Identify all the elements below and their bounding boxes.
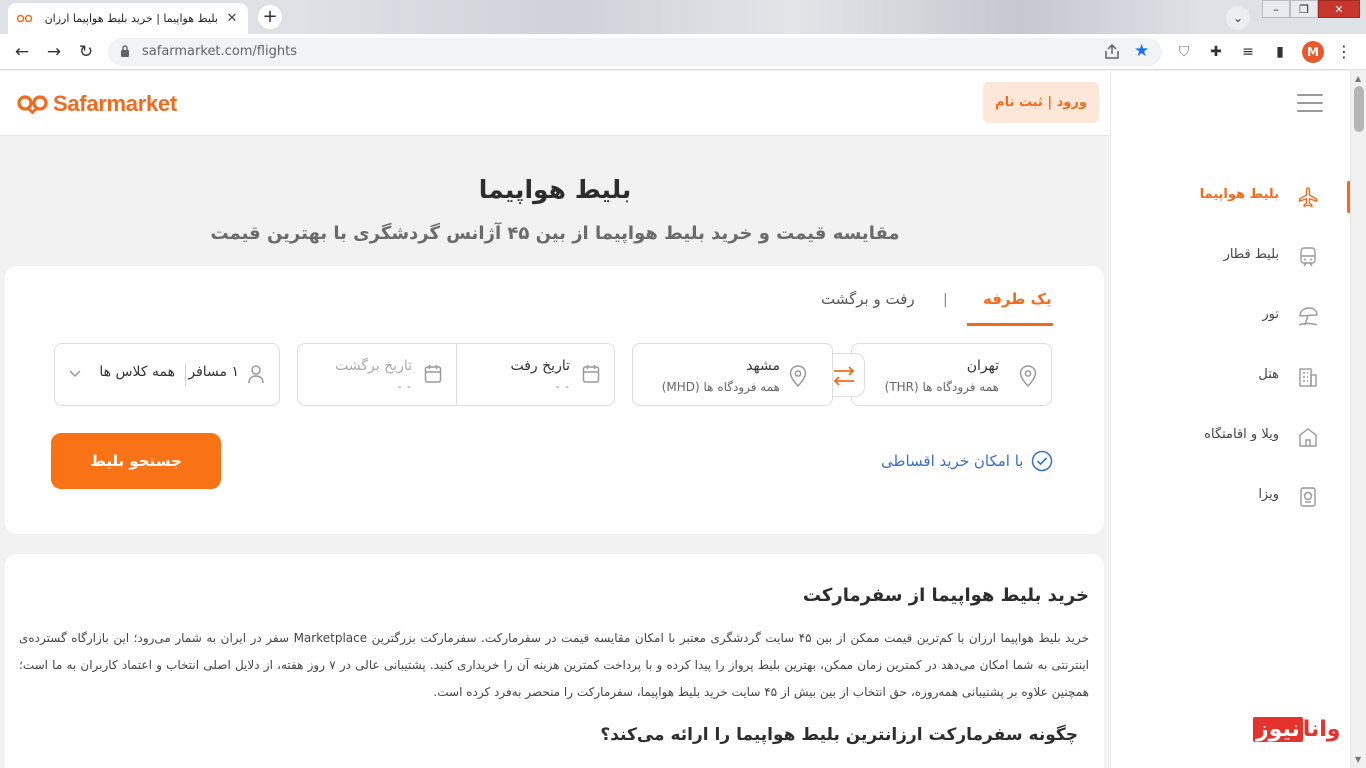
- sidebar-item-label: تور: [1262, 307, 1279, 322]
- depart-date-value: - -: [555, 380, 570, 393]
- shield-extension-icon[interactable]: ⛉: [1174, 42, 1194, 62]
- scroll-up-arrow-icon[interactable]: ▲: [1355, 74, 1361, 83]
- passport-icon: [1300, 487, 1316, 507]
- installment-label: با امکان خرید اقساطی: [881, 452, 1024, 470]
- dates-field: تاریخ رفت - - تاریخ برگشت - -: [297, 343, 615, 406]
- extensions-puzzle-icon[interactable]: ✚: [1206, 42, 1226, 62]
- tab-title: بلیط هواپیما | خرید بلیط هواپیما ارزان ا…: [40, 12, 218, 25]
- calendar-icon: [424, 365, 442, 383]
- site-header: Safarmarket ورود | ثبت نام: [0, 71, 1110, 136]
- watermark-logo: وانا نیوز: [1253, 714, 1340, 744]
- return-date-label: تاریخ برگشت: [335, 358, 412, 374]
- login-register-button[interactable]: ورود | ثبت نام: [983, 82, 1099, 123]
- side-panel-icon[interactable]: ▮: [1270, 42, 1290, 62]
- date-divider: [456, 344, 457, 405]
- passenger-count: ۱ مسافر: [188, 364, 239, 380]
- sidebar-item-label: هتل: [1258, 367, 1279, 382]
- address-bar[interactable]: safarmarket.com/flights ★: [108, 38, 1162, 66]
- window-close-button[interactable]: ✕: [1318, 0, 1360, 18]
- page-scrollbar[interactable]: ▲ ▼: [1350, 71, 1366, 768]
- window-minimize-button[interactable]: –: [1262, 0, 1290, 18]
- page-subtitle: مقایسه قیمت و خرید بلیط هواپیما از بین ۴…: [210, 223, 900, 244]
- search-flights-button[interactable]: جستجو بلیط: [51, 433, 221, 489]
- tab-one-way[interactable]: یک طرفه: [983, 290, 1052, 308]
- content-paragraph: خرید بلیط هواپیما ارزان با کم‌ترین قیمت …: [19, 631, 1089, 699]
- villa-icon: [1299, 428, 1317, 447]
- sidebar-item-label: بلیط قطار: [1223, 247, 1279, 262]
- url-text: safarmarket.com/flights: [142, 44, 297, 59]
- return-date-value: - -: [397, 380, 412, 393]
- calendar-icon: [582, 365, 600, 383]
- sidebar-item-train[interactable]: بلیط قطار: [1111, 237, 1351, 277]
- destination-airport: همه فرودگاه ها (MHD): [661, 380, 780, 394]
- page-viewport: Safarmarket ورود | ثبت نام بلیط هواپیما …: [0, 71, 1366, 768]
- check-circle-icon: [1032, 450, 1053, 472]
- logo-text: Safarmarket: [53, 91, 177, 116]
- sidebar-nav: بلیط هواپیما بلیط قطار تور هتل ویلا و اق…: [1110, 71, 1351, 768]
- flight-search-card: یک طرفه | رفت و برگشت تهران همه فرودگاه …: [5, 266, 1104, 534]
- cabin-class: همه کلاس ها: [99, 364, 175, 380]
- chevron-down-icon: [69, 370, 81, 378]
- user-icon: [248, 365, 264, 384]
- hamburger-menu-icon[interactable]: [1297, 94, 1323, 114]
- back-arrow-icon[interactable]: ←: [10, 40, 34, 64]
- browser-menu-icon[interactable]: ⋮: [1334, 42, 1354, 62]
- lock-icon: [121, 45, 129, 57]
- tab-search-chevron-icon[interactable]: ⌄: [1226, 6, 1250, 30]
- location-pin-icon: [789, 365, 807, 387]
- passengers-class-field[interactable]: ۱ مسافر همه کلاس ها: [54, 343, 280, 406]
- sidebar-item-flights[interactable]: بلیط هواپیما: [1111, 177, 1351, 217]
- sidebar-item-label: ویلا و اقامتگاه: [1204, 427, 1279, 442]
- location-pin-icon: [1019, 365, 1037, 387]
- depart-date-field[interactable]: تاریخ رفت - -: [456, 344, 614, 405]
- watermark-part-b: نیوز: [1253, 716, 1303, 742]
- active-tab-indicator: [967, 323, 1053, 326]
- watermark-part-a: وانا: [1302, 716, 1341, 742]
- tab-round-trip[interactable]: رفت و برگشت: [821, 290, 915, 308]
- return-date-field[interactable]: تاریخ برگشت - -: [298, 344, 456, 405]
- safarmarket-favicon-icon: [16, 14, 33, 22]
- site-logo[interactable]: Safarmarket: [16, 91, 177, 117]
- sidebar-item-label: ویزا: [1258, 487, 1279, 502]
- browser-tab[interactable]: بلیط هواپیما | خرید بلیط هواپیما ارزان ا…: [8, 3, 248, 34]
- browser-toolbar: ← → ↻ safarmarket.com/flights ★ ⛉ ✚ ≡ ▮ …: [0, 34, 1366, 70]
- hotel-icon: [1299, 368, 1317, 387]
- destination-city: مشهد: [746, 358, 780, 374]
- sidebar-item-label: بلیط هواپیما: [1199, 187, 1279, 202]
- origin-airport: همه فرودگاه ها (THR): [884, 380, 999, 394]
- page-title: بلیط هواپیما: [478, 175, 632, 204]
- content-subheading: چگونه سفرمارکت ارزانترین بلیط هواپیما را…: [600, 725, 1078, 745]
- bookmark-star-icon[interactable]: ★: [1134, 41, 1149, 61]
- tab-close-icon[interactable]: ✕: [224, 11, 240, 27]
- reload-icon[interactable]: ↻: [74, 40, 98, 64]
- passenger-class-separator: [185, 364, 186, 386]
- scroll-down-arrow-icon[interactable]: ▼: [1355, 755, 1361, 764]
- beach-umbrella-icon: [1298, 307, 1318, 326]
- sidebar-item-tour[interactable]: تور: [1111, 297, 1351, 337]
- origin-field[interactable]: تهران همه فرودگاه ها (THR): [851, 343, 1052, 406]
- sidebar-item-visa[interactable]: ویزا: [1111, 477, 1351, 517]
- sidebar-item-hotel[interactable]: هتل: [1111, 357, 1351, 397]
- window-maximize-button[interactable]: ❐: [1290, 0, 1318, 18]
- browser-tab-strip: بلیط هواپیما | خرید بلیط هواپیما ارزان ا…: [0, 0, 1366, 34]
- logo-mark-icon: [17, 95, 48, 114]
- seo-content-card: خرید بلیط هواپیما از سفرمارکت خرید بلیط …: [5, 554, 1104, 768]
- new-tab-button[interactable]: +: [258, 5, 282, 29]
- depart-date-label: تاریخ رفت: [510, 358, 570, 374]
- airplane-icon: [1298, 187, 1318, 208]
- destination-field[interactable]: مشهد همه فرودگاه ها (MHD): [632, 343, 833, 406]
- installment-option[interactable]: با امکان خرید اقساطی: [881, 450, 1053, 472]
- forward-arrow-icon[interactable]: →: [42, 40, 66, 64]
- scrollbar-thumb[interactable]: [1354, 86, 1364, 132]
- train-icon: [1300, 247, 1316, 267]
- origin-city: تهران: [966, 358, 999, 374]
- media-control-icon[interactable]: ≡: [1238, 42, 1258, 62]
- profile-avatar[interactable]: M: [1302, 41, 1324, 63]
- share-icon[interactable]: [1102, 42, 1122, 62]
- sidebar-item-villa[interactable]: ویلا و اقامتگاه: [1111, 417, 1351, 457]
- tab-strip-background: [300, 0, 1200, 34]
- content-title: خرید بلیط هواپیما از سفرمارکت: [802, 585, 1089, 606]
- tab-separator: |: [943, 292, 948, 308]
